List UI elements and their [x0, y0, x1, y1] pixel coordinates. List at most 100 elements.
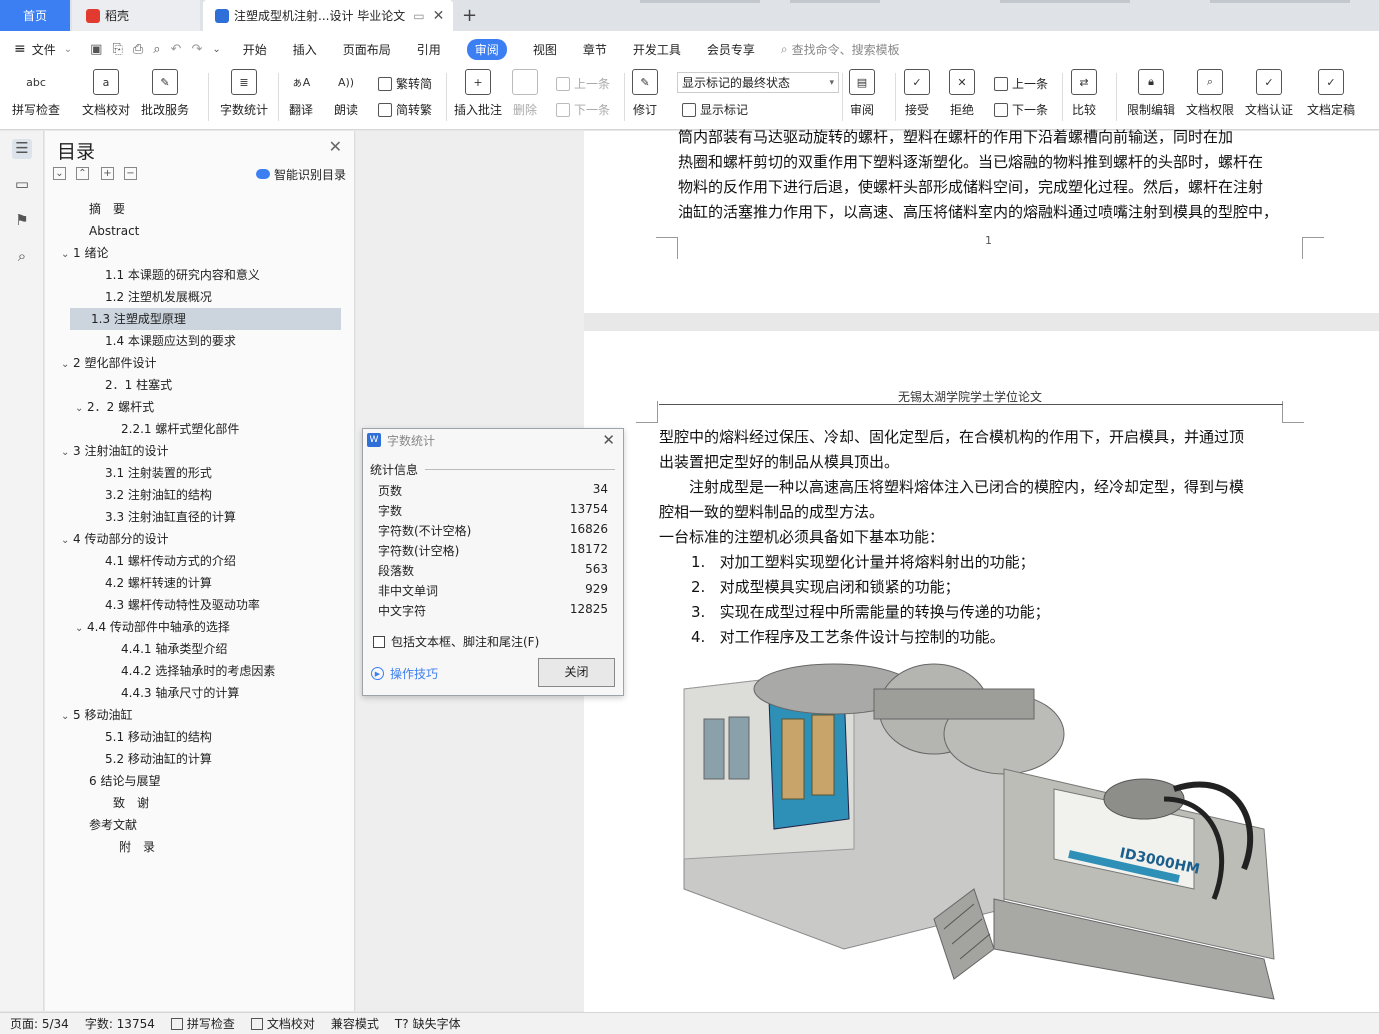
menu-chapter[interactable]: 章节 — [583, 41, 607, 58]
finalize-button[interactable]: ✓ 文档定稿 — [1307, 69, 1355, 118]
toc-item[interactable]: ⌄ 4.4 传动部件中轴承的选择 — [45, 616, 345, 638]
collapse-all-icon[interactable]: ⌄ — [53, 167, 66, 180]
revise-button[interactable]: ✎ 修订 — [632, 69, 658, 118]
close-tab-icon[interactable]: ✕ — [433, 8, 445, 24]
toc-item[interactable]: 4.1 螺杆传动方式的介绍 — [45, 550, 345, 572]
chevron-down-icon[interactable]: ⌄ — [61, 530, 73, 552]
menu-view[interactable]: 视图 — [533, 41, 557, 58]
compat-mode[interactable]: 兼容模式 — [331, 1015, 379, 1032]
toc-item[interactable]: ⌄ 1 绪论 — [45, 242, 345, 264]
markup-select[interactable]: 显示标记的最终状态 ▾ — [677, 72, 839, 93]
tab-document[interactable]: 注塑成型机注射...设计 毕业论文 ▭ ✕ — [203, 0, 453, 31]
show-markup-button[interactable]: 显示标记 — [682, 101, 748, 118]
toc-item[interactable]: 3.2 注射油缸的结构 — [45, 484, 345, 506]
menu-devtools[interactable]: 开发工具 — [633, 41, 681, 58]
toc-item[interactable]: 4.3 螺杆传动特性及驱动功率 — [45, 594, 345, 616]
chevron-down-icon[interactable]: ⌄ — [75, 398, 87, 420]
menu-member[interactable]: 会员专享 — [707, 41, 755, 58]
checkbox-box[interactable] — [373, 635, 385, 648]
chevron-down-icon[interactable]: ⌄ — [64, 44, 72, 55]
toc-item[interactable]: 1.2 注塑机发展概况 — [45, 286, 345, 308]
window-icon[interactable]: ▭ — [413, 9, 424, 23]
save-icon[interactable]: ▣ — [90, 42, 102, 57]
toc-item[interactable]: ⌄ 3 注射油缸的设计 — [45, 440, 345, 462]
toc-item[interactable]: 5.2 移动油缸的计算 — [45, 748, 345, 770]
page-indicator[interactable]: 页面: 5/34 — [10, 1015, 69, 1032]
accept-button[interactable]: ✓ 接受 — [904, 69, 930, 118]
redo-icon[interactable]: ↷ — [191, 42, 202, 57]
read-aloud-button[interactable]: A)) 朗读 — [333, 69, 359, 118]
proof-status[interactable]: 文档校对 — [250, 1015, 315, 1032]
expand-up-icon[interactable]: ⌃ — [76, 167, 89, 180]
close-button[interactable]: 关闭 — [538, 658, 615, 687]
include-footnotes-checkbox[interactable]: 包括文本框、脚注和尾注(F) — [373, 633, 539, 650]
new-tab-icon[interactable]: + — [462, 5, 477, 26]
toc-item[interactable]: 3.3 注射油缸直径的计算 — [45, 506, 345, 528]
toc-item[interactable]: ⌄ 2．2 螺杆式 — [45, 396, 345, 418]
word-count-button[interactable]: ≣ 字数统计 — [220, 69, 268, 118]
close-icon[interactable]: ✕ — [329, 137, 342, 156]
missing-font-status[interactable]: T? 缺失字体 — [395, 1015, 461, 1032]
toc-item[interactable]: ⌄ 2 塑化部件设计 — [45, 352, 345, 374]
doc-rights-button[interactable]: ⌕ 文档权限 — [1186, 69, 1234, 118]
close-icon[interactable]: ✕ — [602, 431, 615, 449]
toc-item[interactable]: Abstract — [45, 220, 345, 242]
export-icon[interactable]: ⎘ — [112, 42, 122, 57]
more-icon[interactable]: ⌄ — [212, 44, 220, 55]
doc-cert-button[interactable]: ✓ 文档认证 — [1245, 69, 1293, 118]
bookmark-icon[interactable]: ⚑ — [12, 211, 32, 231]
toc-item[interactable]: 2.2.1 螺杆式塑化部件 — [45, 418, 345, 440]
toc-item[interactable]: ⌄ 5 移动油缸 — [45, 704, 345, 726]
toc-item[interactable]: 1.4 本课题应达到的要求 — [45, 330, 345, 352]
insert-comment-button[interactable]: + 插入批注 — [454, 69, 502, 118]
translate-button[interactable]: ぁA 翻译 — [288, 69, 314, 118]
menu-start[interactable]: 开始 — [243, 41, 267, 58]
restrict-edit-button[interactable]: 🔒︎ 限制编辑 — [1127, 69, 1175, 118]
tab-home[interactable]: 首页 — [0, 0, 70, 31]
toc-item[interactable]: 附 录 — [45, 836, 345, 858]
toc-item[interactable]: 1.3 注塑成型原理 — [70, 308, 341, 330]
outline-icon[interactable]: ▭ — [12, 175, 32, 195]
toc-item[interactable]: 1.1 本课题的研究内容和意义 — [45, 264, 345, 286]
preview-icon[interactable]: ⌕ — [153, 42, 160, 57]
reject-button[interactable]: ✕ 拒绝 — [949, 69, 975, 118]
s2t-button[interactable]: 简转繁 — [378, 101, 432, 118]
toc-item[interactable]: 4.4.3 轴承尺寸的计算 — [45, 682, 345, 704]
toc-item[interactable]: 4.4.1 轴承类型介绍 — [45, 638, 345, 660]
word-count-indicator[interactable]: 字数: 13754 — [85, 1015, 155, 1032]
menu-layout[interactable]: 页面布局 — [343, 41, 391, 58]
proof-button[interactable]: a 文档校对 — [82, 69, 130, 118]
toc-item[interactable]: 3.1 注射装置的形式 — [45, 462, 345, 484]
search-icon[interactable]: ⌕ — [12, 247, 32, 267]
toc-icon[interactable]: ☰ — [12, 139, 32, 159]
add-icon[interactable]: + — [101, 167, 114, 180]
toc-item[interactable]: 6 结论与展望 — [45, 770, 345, 792]
hamburger-icon[interactable]: ≡ — [14, 41, 26, 57]
chevron-down-icon[interactable]: ⌄ — [61, 354, 73, 376]
menu-file[interactable]: 文件 — [32, 41, 56, 58]
menu-review[interactable]: 审阅 — [466, 38, 507, 60]
menu-search[interactable]: 查找命令、搜索模板 — [792, 41, 900, 58]
spell-check-button[interactable]: abc 拼写检查 — [12, 69, 60, 118]
toc-item[interactable]: 2．1 柱塞式 — [45, 374, 345, 396]
t2s-button[interactable]: 繁转简 — [378, 75, 432, 92]
review-pane-button[interactable]: ▤ 审阅 — [849, 69, 875, 118]
spell-check-status[interactable]: 拼写检查 — [170, 1015, 235, 1032]
toc-item[interactable]: 4.2 螺杆转速的计算 — [45, 572, 345, 594]
toc-item[interactable]: 致 谢 — [45, 792, 345, 814]
toc-item[interactable]: 5.1 移动油缸的结构 — [45, 726, 345, 748]
chevron-down-icon[interactable]: ⌄ — [61, 442, 73, 464]
prev-change-button[interactable]: 上一条 — [994, 75, 1048, 92]
menu-reference[interactable]: 引用 — [417, 41, 441, 58]
toc-item[interactable]: 4.4.2 选择轴承时的考虑因素 — [45, 660, 345, 682]
delete-comment-button[interactable]: 删除 — [512, 69, 538, 118]
compare-button[interactable]: ⇄ 比较 — [1071, 69, 1097, 118]
prev-comment-button[interactable]: 上一条 — [556, 75, 610, 92]
print-icon[interactable]: ⎙ — [133, 42, 143, 57]
batch-button[interactable]: ✎ 批改服务 — [141, 69, 189, 118]
tips-link[interactable]: ▶ 操作技巧 — [371, 665, 438, 682]
next-change-button[interactable]: 下一条 — [994, 101, 1048, 118]
undo-icon[interactable]: ↶ — [171, 42, 182, 57]
chevron-down-icon[interactable]: ⌄ — [75, 618, 87, 640]
smart-toc-button[interactable]: 智能识别目录 — [255, 166, 346, 183]
